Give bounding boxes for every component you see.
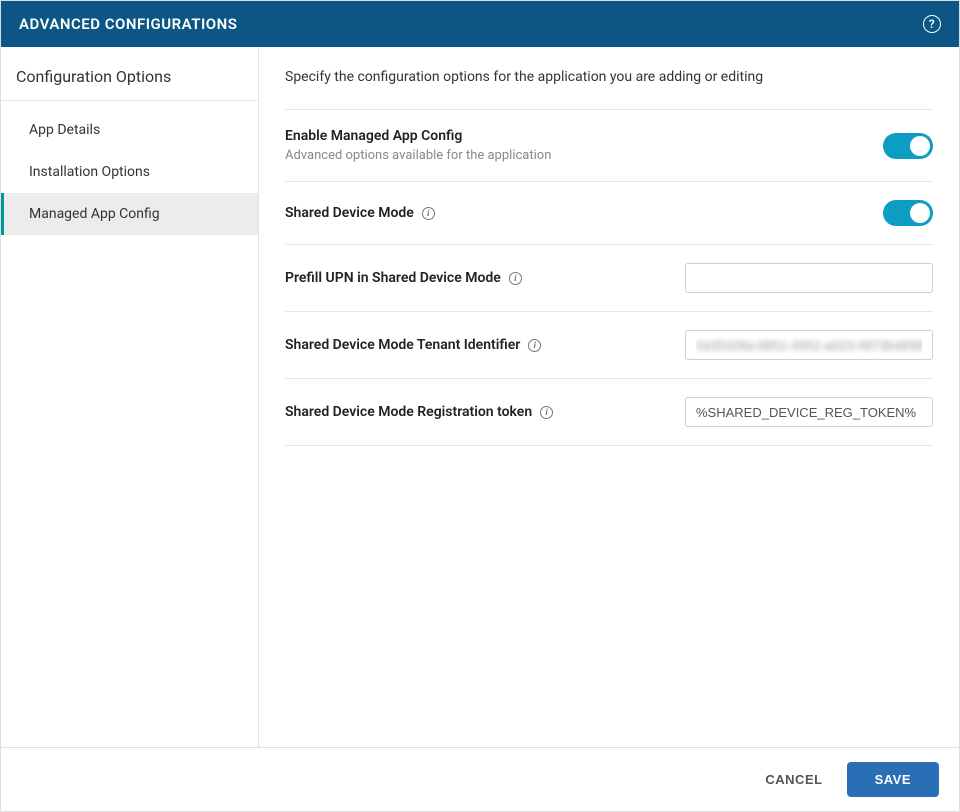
main-panel: Specify the configuration options for th… [259, 47, 959, 747]
sidebar-item-installation-options[interactable]: Installation Options [1, 151, 258, 193]
setting-tenant-identifier: Shared Device Mode Tenant Identifier i [285, 330, 933, 379]
setting-title: Shared Device Mode Registration token [285, 404, 532, 420]
main-description: Specify the configuration options for th… [285, 69, 933, 110]
dialog-header: ADVANCED CONFIGURATIONS ? [1, 1, 959, 47]
info-icon[interactable]: i [509, 272, 522, 285]
setting-registration-token: Shared Device Mode Registration token i [285, 397, 933, 446]
setting-title: Prefill UPN in Shared Device Mode [285, 270, 501, 286]
setting-shared-device-mode: Shared Device Mode i [285, 200, 933, 245]
sidebar: Configuration Options App Details Instal… [1, 47, 259, 747]
setting-title: Shared Device Mode Tenant Identifier [285, 337, 520, 353]
info-icon[interactable]: i [422, 207, 435, 220]
dialog-body: Configuration Options App Details Instal… [1, 47, 959, 747]
setting-enable-managed-app-config: Enable Managed App Config Advanced optio… [285, 128, 933, 182]
cancel-button[interactable]: CANCEL [765, 772, 822, 787]
info-icon[interactable]: i [528, 339, 541, 352]
sidebar-title: Configuration Options [1, 67, 258, 101]
setting-prefill-upn: Prefill UPN in Shared Device Mode i [285, 263, 933, 312]
sidebar-item-label: App Details [29, 122, 100, 138]
setting-subtitle: Advanced options available for the appli… [285, 148, 551, 163]
toggle-shared-device-mode[interactable] [883, 200, 933, 226]
dialog-footer: CANCEL SAVE [1, 747, 959, 811]
sidebar-item-label: Managed App Config [29, 206, 160, 222]
input-registration-token[interactable] [685, 397, 933, 427]
input-prefill-upn[interactable] [685, 263, 933, 293]
setting-title: Enable Managed App Config [285, 128, 551, 144]
toggle-enable-managed-app-config[interactable] [883, 133, 933, 159]
sidebar-item-label: Installation Options [29, 164, 150, 180]
sidebar-item-app-details[interactable]: App Details [1, 109, 258, 151]
info-icon[interactable]: i [540, 406, 553, 419]
save-button[interactable]: SAVE [847, 762, 939, 797]
sidebar-item-managed-app-config[interactable]: Managed App Config [1, 193, 258, 235]
dialog-title: ADVANCED CONFIGURATIONS [19, 15, 237, 33]
help-icon[interactable]: ? [923, 15, 941, 33]
input-tenant-identifier[interactable] [685, 330, 933, 360]
setting-title: Shared Device Mode [285, 205, 414, 221]
